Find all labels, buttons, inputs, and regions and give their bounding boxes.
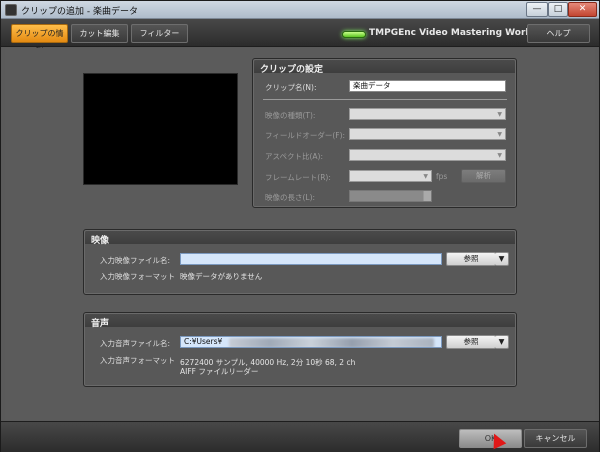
maximize-button[interactable]: □ — [548, 2, 568, 17]
brand-name: TMPGEnc Video Mastering Works 5 — [369, 28, 547, 38]
chevron-down-icon: ▼ — [497, 111, 502, 118]
panel-header: 音声 — [85, 314, 515, 329]
help-button[interactable]: ヘルプ — [527, 24, 590, 43]
input-audio-file-field[interactable]: C:¥Users¥ — [180, 336, 442, 348]
video-length-label: 映像の長さ(L): — [265, 193, 316, 202]
minimize-button[interactable]: — — [526, 2, 548, 17]
toolbar: クリップの情報 カット編集 フィルター TMPGEnc Video Master… — [1, 19, 599, 55]
chevron-down-icon: ▼ — [498, 337, 505, 346]
input-audio-file-label: 入力音声ファイル名: — [100, 339, 171, 348]
panel-title: 音声 — [91, 319, 110, 329]
panel-title: クリップの設定 — [260, 65, 324, 75]
clip-name-input[interactable]: 楽曲データ — [349, 80, 506, 92]
video-length-input[interactable] — [349, 190, 432, 202]
chevron-down-icon: ▼ — [497, 131, 502, 138]
input-video-file-field[interactable] — [180, 253, 442, 265]
clip-name-label: クリップ名(N): — [265, 83, 317, 92]
field-order-select[interactable]: ▼ — [349, 128, 506, 140]
aspect-select[interactable]: ▼ — [349, 149, 506, 161]
input-audio-format-line2: AIFF ファイルリーダー — [180, 367, 259, 376]
tab-clip-info[interactable]: クリップの情報 — [11, 24, 68, 55]
video-panel: 映像 入力映像ファイル名: 参照 ▼ 入力映像フォーマット 映像データがありませ… — [83, 229, 517, 295]
chevron-down-icon: ▼ — [497, 152, 502, 159]
chevron-down-icon: ▼ — [498, 254, 505, 263]
video-type-select[interactable]: ▼ — [349, 108, 506, 120]
analyze-button[interactable]: 解析 — [461, 169, 506, 183]
video-browse-dropdown[interactable]: ▼ — [495, 252, 509, 266]
bottom-bar: OK キャンセル — [1, 421, 599, 452]
title-bar: クリップの追加 - 楽曲データ — □ ✕ — [1, 1, 599, 19]
audio-browse-button[interactable]: 参照 — [446, 335, 496, 349]
dialog-window: クリップの追加 - 楽曲データ — □ ✕ クリップの情報 カット編集 フィルタ… — [0, 0, 600, 452]
divider — [263, 99, 507, 100]
frame-rate-select[interactable]: ▼ — [349, 170, 432, 182]
input-video-format-value: 映像データがありません — [180, 272, 263, 281]
spinner-icon[interactable] — [423, 191, 431, 201]
audio-panel: 音声 入力音声ファイル名: C:¥Users¥ 参照 ▼ 入力音声フォーマット … — [83, 312, 517, 387]
clip-settings-panel: クリップの設定 クリップ名(N): 楽曲データ 映像の種類(T): ▼ フィール… — [252, 58, 517, 208]
field-order-label: フィールドオーダー(F): — [265, 131, 346, 140]
aspect-label: アスペクト比(A): — [265, 152, 323, 161]
cancel-button[interactable]: キャンセル — [524, 429, 587, 448]
input-video-format-label: 入力映像フォーマット — [100, 272, 175, 281]
panel-title: 映像 — [91, 236, 110, 246]
status-led-icon — [342, 31, 366, 38]
video-browse-button[interactable]: 参照 — [446, 252, 496, 266]
tab-cut-edit[interactable]: カット編集 — [71, 24, 128, 43]
frame-rate-label: フレームレート(R): — [265, 173, 331, 182]
audio-browse-dropdown[interactable]: ▼ — [495, 335, 509, 349]
app-icon — [5, 4, 17, 16]
panel-header: クリップの設定 — [254, 60, 515, 75]
close-button[interactable]: ✕ — [568, 2, 597, 17]
redacted-path — [229, 338, 434, 347]
video-preview — [83, 73, 238, 185]
input-audio-format-label: 入力音声フォーマット — [100, 356, 175, 365]
audio-file-path: C:¥Users¥ — [184, 337, 223, 346]
tab-filter[interactable]: フィルター — [131, 24, 188, 43]
input-video-file-label: 入力映像ファイル名: — [100, 256, 171, 265]
window-title: クリップの追加 - 楽曲データ — [21, 7, 138, 17]
chevron-down-icon: ▼ — [423, 173, 428, 180]
fps-unit: fps — [436, 172, 448, 181]
panel-header: 映像 — [85, 231, 515, 246]
video-type-label: 映像の種類(T): — [265, 111, 316, 120]
